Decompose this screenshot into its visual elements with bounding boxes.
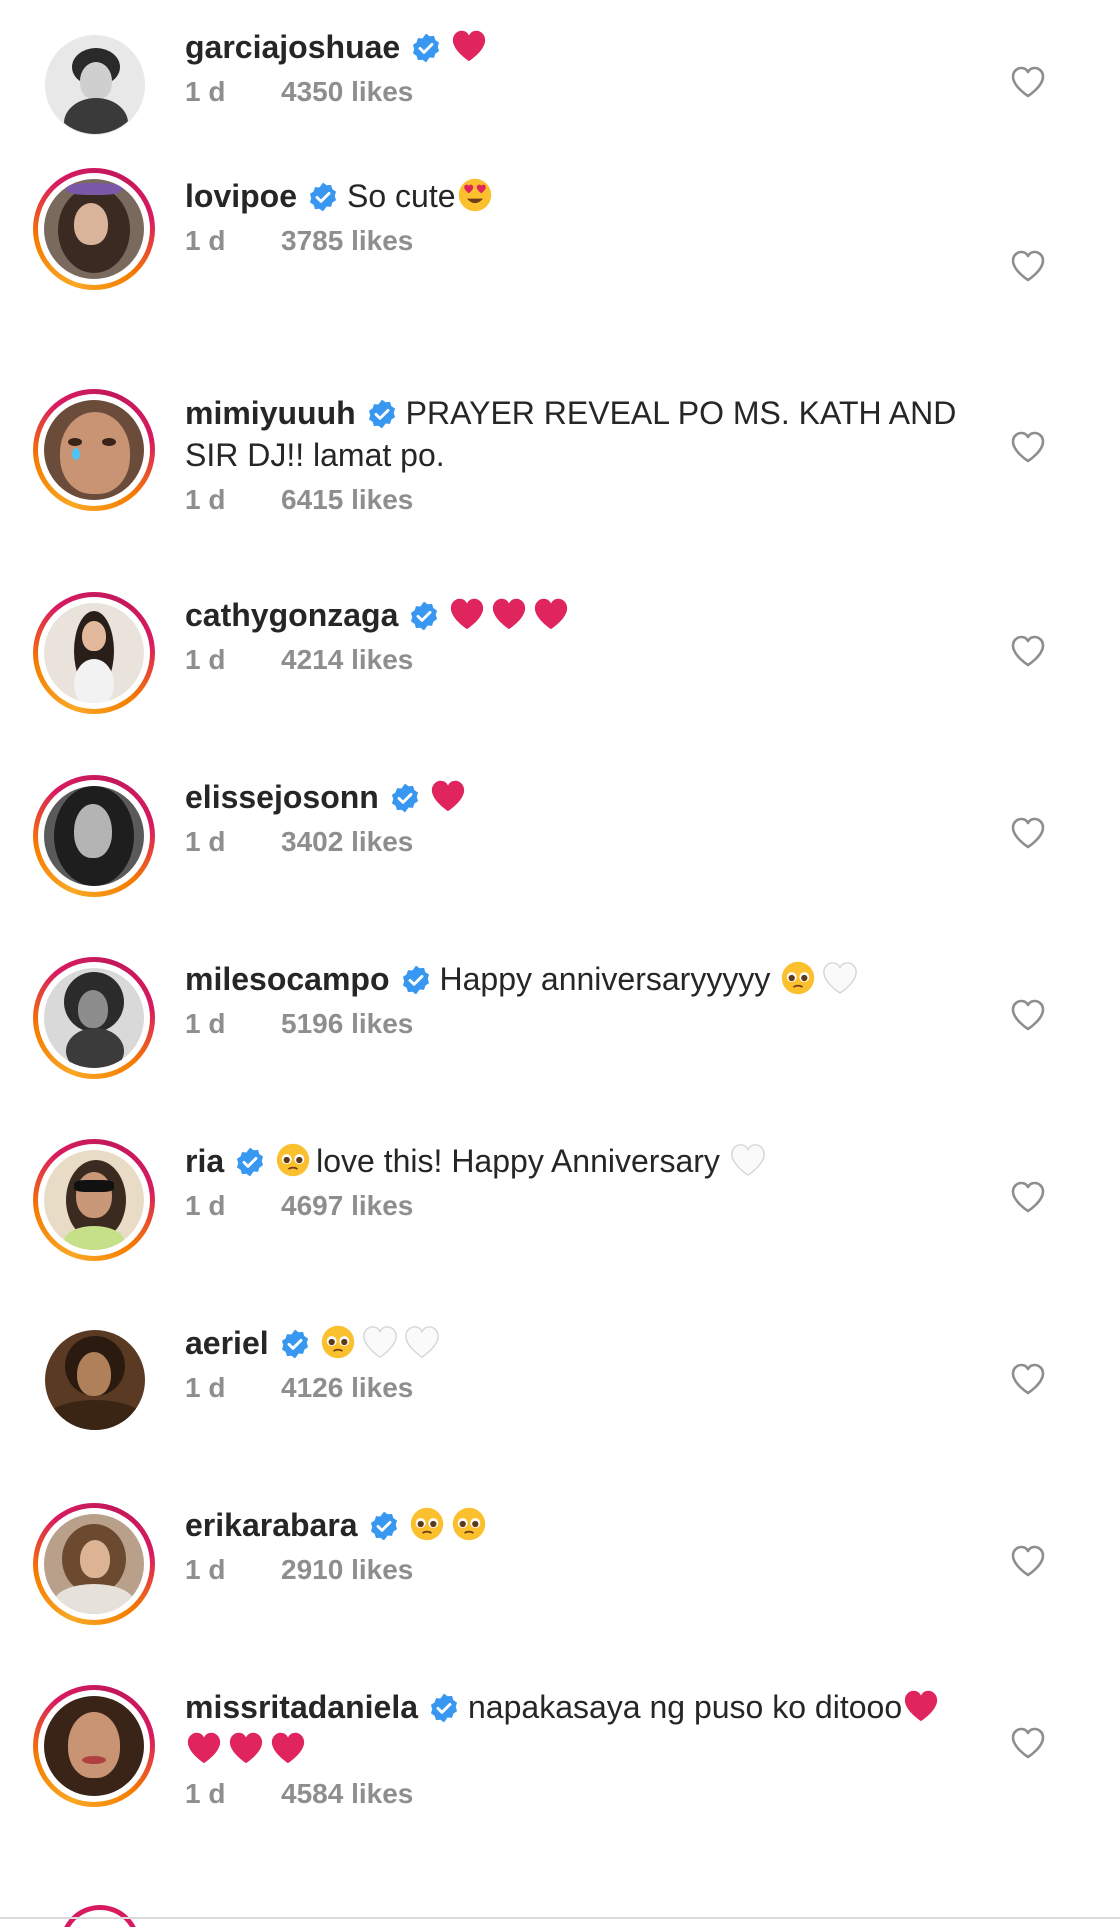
divider bbox=[0, 1917, 1120, 1919]
comment-time: 1 d bbox=[185, 225, 226, 256]
red-heart-icon bbox=[493, 598, 526, 630]
like-count[interactable]: 4214 likes bbox=[281, 644, 413, 675]
comment-time: 1 d bbox=[185, 1008, 226, 1039]
avatar[interactable] bbox=[33, 592, 155, 714]
red-heart-icon bbox=[187, 1732, 221, 1764]
like-count[interactable]: 3402 likes bbox=[281, 826, 413, 857]
avatar[interactable] bbox=[33, 1503, 155, 1625]
verified-badge-icon bbox=[411, 601, 438, 631]
avatar[interactable] bbox=[33, 775, 155, 897]
heart-outline-icon[interactable] bbox=[1010, 430, 1046, 464]
pleading-face-icon bbox=[321, 1325, 354, 1359]
white-heart-icon bbox=[730, 1144, 765, 1177]
red-heart-icon bbox=[904, 1690, 938, 1722]
comment-time: 1 d bbox=[185, 76, 226, 107]
red-heart-icon bbox=[271, 1732, 305, 1764]
verified-badge-icon bbox=[237, 1147, 264, 1177]
avatar[interactable] bbox=[33, 168, 155, 290]
verified-badge-icon bbox=[368, 399, 395, 429]
white-heart-icon bbox=[823, 962, 858, 995]
heart-outline-icon[interactable] bbox=[1010, 816, 1046, 850]
like-count[interactable]: 2910 likes bbox=[281, 1554, 413, 1585]
comment-time: 1 d bbox=[185, 1190, 226, 1221]
verified-badge-icon bbox=[370, 1511, 397, 1541]
like-count[interactable]: 4126 likes bbox=[281, 1372, 413, 1403]
username[interactable]: mimiyuuuh bbox=[185, 395, 356, 431]
verified-badge-icon bbox=[309, 182, 337, 212]
comment-time: 1 d bbox=[185, 1372, 226, 1403]
like-count[interactable]: 6415 likes bbox=[281, 484, 413, 515]
heart-outline-icon[interactable] bbox=[1010, 1362, 1046, 1396]
heart-outline-icon[interactable] bbox=[1010, 1544, 1046, 1578]
comment-text: ria love this! Happy Anniversary bbox=[185, 1140, 975, 1182]
comment-text: elissejosonn bbox=[185, 776, 975, 818]
pleading-face-icon bbox=[782, 961, 815, 995]
comment-time: 1 d bbox=[185, 1554, 226, 1585]
red-heart-icon bbox=[535, 598, 568, 630]
avatar[interactable] bbox=[33, 957, 155, 1079]
pleading-face-icon bbox=[452, 1507, 485, 1541]
heart-outline-icon[interactable] bbox=[1010, 65, 1046, 99]
comment-time: 1 d bbox=[185, 1778, 226, 1809]
next-comment-avatar bbox=[60, 1905, 140, 1927]
comment-text: cathygonzaga bbox=[185, 594, 975, 636]
pleading-face-icon bbox=[276, 1143, 310, 1177]
pleading-face-icon bbox=[410, 1507, 443, 1541]
heart-outline-icon[interactable] bbox=[1010, 634, 1046, 668]
like-count[interactable]: 3785 likes bbox=[281, 225, 413, 256]
username[interactable]: cathygonzaga bbox=[185, 597, 398, 633]
comment-text: garciajoshuae bbox=[185, 26, 975, 68]
verified-badge-icon bbox=[391, 783, 418, 813]
username[interactable]: ria bbox=[185, 1143, 224, 1179]
like-count[interactable]: 4584 likes bbox=[281, 1778, 413, 1809]
comment-text: missritadaniela napakasaya ng puso ko dit… bbox=[185, 1686, 975, 1770]
like-count[interactable]: 4350 likes bbox=[281, 76, 413, 107]
white-heart-icon bbox=[404, 1326, 439, 1359]
verified-badge-icon bbox=[402, 965, 429, 995]
verified-badge-icon bbox=[430, 1693, 458, 1723]
username[interactable]: erikarabara bbox=[185, 1507, 358, 1543]
avatar[interactable] bbox=[33, 1139, 155, 1261]
comment-text: aeriel bbox=[185, 1322, 975, 1364]
heart-outline-icon[interactable] bbox=[1010, 1180, 1046, 1214]
comment-text: lovipoe So cute bbox=[185, 175, 975, 217]
white-heart-icon bbox=[362, 1326, 397, 1359]
verified-badge-icon bbox=[413, 33, 440, 63]
like-count[interactable]: 4697 likes bbox=[281, 1190, 413, 1221]
red-heart-icon bbox=[453, 30, 486, 62]
avatar[interactable] bbox=[45, 1330, 145, 1430]
verified-badge-icon bbox=[281, 1329, 308, 1359]
comment-time: 1 d bbox=[185, 644, 226, 675]
avatar[interactable] bbox=[33, 1685, 155, 1807]
avatar[interactable] bbox=[45, 35, 145, 135]
heart-eyes-emoji-icon bbox=[458, 178, 491, 212]
comment-text: erikarabara bbox=[185, 1504, 975, 1546]
like-count[interactable]: 5196 likes bbox=[281, 1008, 413, 1039]
red-heart-icon bbox=[229, 1732, 263, 1764]
avatar[interactable] bbox=[33, 389, 155, 511]
username[interactable]: garciajoshuae bbox=[185, 29, 400, 65]
username[interactable]: milesocampo bbox=[185, 961, 390, 997]
comment-text: mimiyuuuh PRAYER REVEAL PO MS. KATH AND S… bbox=[185, 395, 957, 473]
comment-time: 1 d bbox=[185, 484, 226, 515]
username[interactable]: elissejosonn bbox=[185, 779, 379, 815]
heart-outline-icon[interactable] bbox=[1010, 1726, 1046, 1760]
heart-outline-icon[interactable] bbox=[1010, 998, 1046, 1032]
username[interactable]: missritadaniela bbox=[185, 1689, 418, 1725]
username[interactable]: aeriel bbox=[185, 1325, 269, 1361]
comment-text: milesocampo Happy anniversaryyyyy bbox=[185, 958, 975, 1000]
username[interactable]: lovipoe bbox=[185, 178, 297, 214]
comment-time: 1 d bbox=[185, 826, 226, 857]
red-heart-icon bbox=[431, 780, 464, 812]
heart-outline-icon[interactable] bbox=[1010, 249, 1046, 283]
red-heart-icon bbox=[451, 598, 484, 630]
